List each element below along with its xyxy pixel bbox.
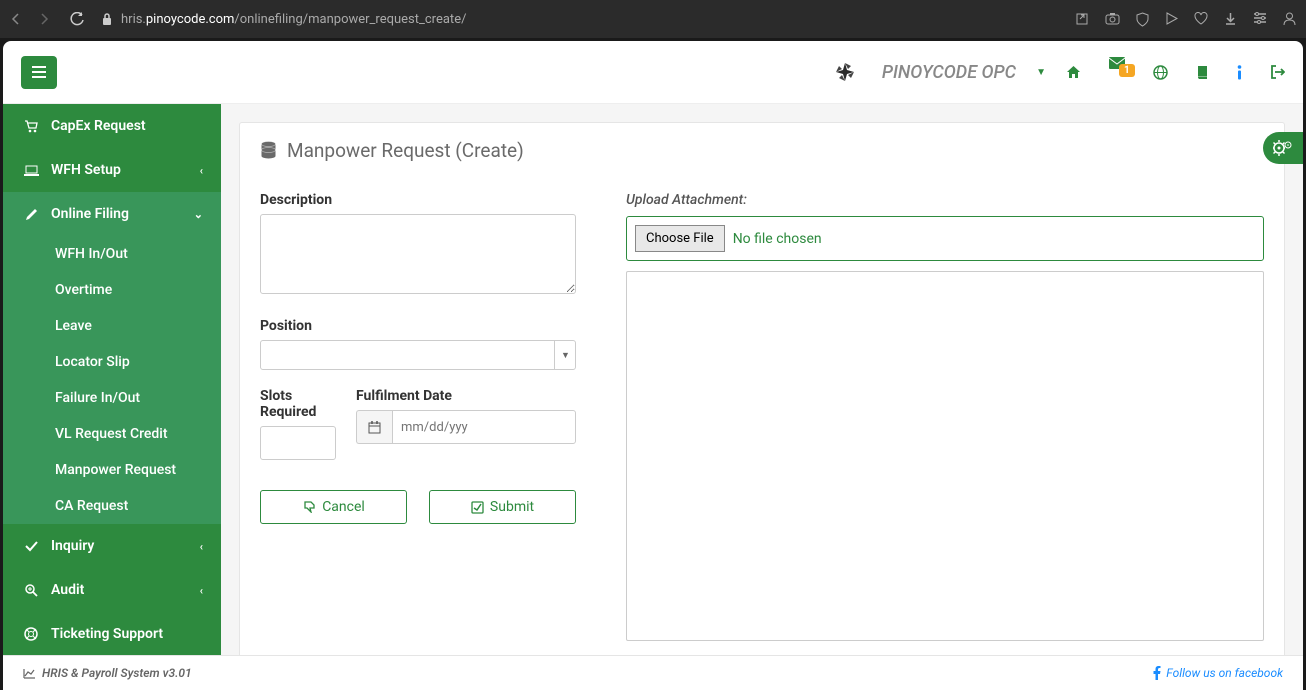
description-label: Description [260, 192, 576, 208]
play-icon[interactable] [1165, 12, 1178, 27]
globe-icon[interactable] [1153, 65, 1168, 80]
footer: HRIS & Payroll System v3.01 Follow us on… [3, 655, 1303, 690]
browser-chrome: hris.pinoycode.com/onlinefiling/manpower… [0, 0, 1306, 38]
page-title: Manpower Request (Create) [240, 123, 1284, 178]
url-bar[interactable]: hris.pinoycode.com/onlinefiling/manpower… [121, 12, 1075, 27]
check-square-icon [471, 501, 484, 514]
chevron-left-icon: ‹ [200, 164, 203, 177]
sidebar: CapEx Request WFH Setup ‹ Online Filing … [3, 104, 221, 655]
company-name: PINOYCODE OPC [882, 62, 1016, 83]
position-select[interactable] [260, 340, 576, 370]
sidebar-label: Ticketing Support [51, 626, 163, 642]
camera-icon[interactable] [1105, 12, 1120, 27]
sidebar-submenu-online-filing: WFH In/Out Overtime Leave Locator Slip F… [3, 236, 221, 524]
settings-lines-icon[interactable] [1253, 12, 1267, 27]
sidebar-label: Online Filing [51, 206, 129, 222]
sidebar-label: WFH Setup [51, 162, 121, 178]
page-title-text: Manpower Request (Create) [287, 139, 524, 162]
user-icon[interactable] [1283, 12, 1296, 27]
url-domain: pinoycode.com [146, 12, 235, 27]
sidebar-label: CapEx Request [51, 118, 146, 134]
mail-icon[interactable]: 1 [1109, 57, 1125, 87]
main-content: Manpower Request (Create) Description Po… [221, 104, 1303, 655]
book-icon[interactable] [1196, 65, 1209, 80]
sidebar-subitem-leave[interactable]: Leave [3, 308, 221, 344]
life-ring-icon [21, 627, 41, 641]
info-icon[interactable] [1237, 65, 1242, 80]
chrome-toolbar [1075, 12, 1296, 27]
chevron-left-icon: ‹ [200, 540, 203, 553]
home-icon[interactable] [1066, 65, 1081, 79]
sidebar-label: Inquiry [51, 538, 94, 554]
cancel-label: Cancel [322, 499, 365, 515]
submit-button[interactable]: Submit [429, 490, 576, 524]
sidebar-label: Audit [51, 582, 84, 598]
sidebar-item-wfh-setup[interactable]: WFH Setup ‹ [3, 148, 221, 192]
cancel-button[interactable]: Cancel [260, 490, 407, 524]
laptop-icon [21, 165, 41, 176]
sidebar-toggle-button[interactable] [21, 56, 57, 89]
chevron-left-icon: ‹ [200, 584, 203, 597]
forward-button[interactable] [38, 13, 50, 25]
slots-label: Slots Required [260, 388, 336, 420]
sidebar-subitem-ca-request[interactable]: CA Request [3, 488, 221, 524]
back-button[interactable] [10, 13, 22, 25]
calendar-icon[interactable] [356, 410, 392, 444]
company-logo-icon [834, 61, 856, 83]
sidebar-item-capex-request[interactable]: CapEx Request [3, 104, 221, 148]
sidebar-item-online-filing[interactable]: Online Filing ⌄ [3, 192, 221, 236]
shield-icon[interactable] [1136, 12, 1149, 27]
url-prefix: hris. [121, 12, 146, 27]
sidebar-item-audit[interactable]: Audit ‹ [3, 568, 221, 612]
reload-button[interactable] [70, 12, 85, 27]
attachment-dropzone[interactable] [626, 271, 1264, 641]
chart-icon [23, 668, 36, 679]
sidebar-item-ticketing-support[interactable]: Ticketing Support [3, 612, 221, 655]
sidebar-subitem-failure-in-out[interactable]: Failure In/Out [3, 380, 221, 416]
heart-icon[interactable] [1194, 12, 1208, 27]
slots-input[interactable] [260, 426, 336, 460]
sidebar-subitem-locator-slip[interactable]: Locator Slip [3, 344, 221, 380]
file-status: No file chosen [733, 231, 822, 247]
topbar: PINOYCODE OPC ▼ 1 [3, 41, 1303, 104]
settings-floating-button[interactable] [1263, 132, 1303, 164]
version-text: HRIS & Payroll System v3.01 [42, 666, 192, 680]
sidebar-subitem-manpower-request[interactable]: Manpower Request [3, 452, 221, 488]
zoom-icon [21, 584, 41, 597]
fulfilment-date-input[interactable] [392, 410, 576, 444]
notification-badge: 1 [1119, 64, 1135, 77]
facebook-icon [1153, 666, 1161, 680]
app-frame: PINOYCODE OPC ▼ 1 CapEx Request [3, 41, 1303, 690]
logout-icon[interactable] [1270, 65, 1285, 79]
sidebar-subitem-vl-request-credit[interactable]: VL Request Credit [3, 416, 221, 452]
form-panel: Manpower Request (Create) Description Po… [239, 122, 1285, 655]
download-icon[interactable] [1224, 12, 1237, 27]
check-icon [21, 541, 41, 552]
position-label: Position [260, 318, 576, 334]
fulfilment-label: Fulfilment Date [356, 388, 576, 404]
share-icon[interactable] [1075, 12, 1089, 27]
database-icon [260, 141, 277, 160]
url-path: /onlinefiling/manpower_request_create/ [234, 12, 466, 27]
thumbs-down-icon [302, 501, 316, 513]
lock-icon [101, 12, 113, 26]
facebook-link[interactable]: Follow us on facebook [1153, 666, 1283, 680]
sidebar-item-inquiry[interactable]: Inquiry ‹ [3, 524, 221, 568]
facebook-text: Follow us on facebook [1166, 666, 1283, 680]
sidebar-subitem-overtime[interactable]: Overtime [3, 272, 221, 308]
file-upload-box: Choose File No file chosen [626, 216, 1264, 261]
cart-icon [21, 120, 41, 133]
company-dropdown[interactable]: ▼ [1036, 67, 1046, 78]
description-input[interactable] [260, 214, 576, 294]
sidebar-subitem-wfh-in-out[interactable]: WFH In/Out [3, 236, 221, 272]
chevron-down-icon: ⌄ [194, 208, 203, 221]
submit-label: Submit [490, 499, 534, 515]
pencil-icon [21, 208, 41, 221]
upload-label: Upload Attachment: [626, 192, 1264, 208]
choose-file-button[interactable]: Choose File [635, 225, 725, 252]
